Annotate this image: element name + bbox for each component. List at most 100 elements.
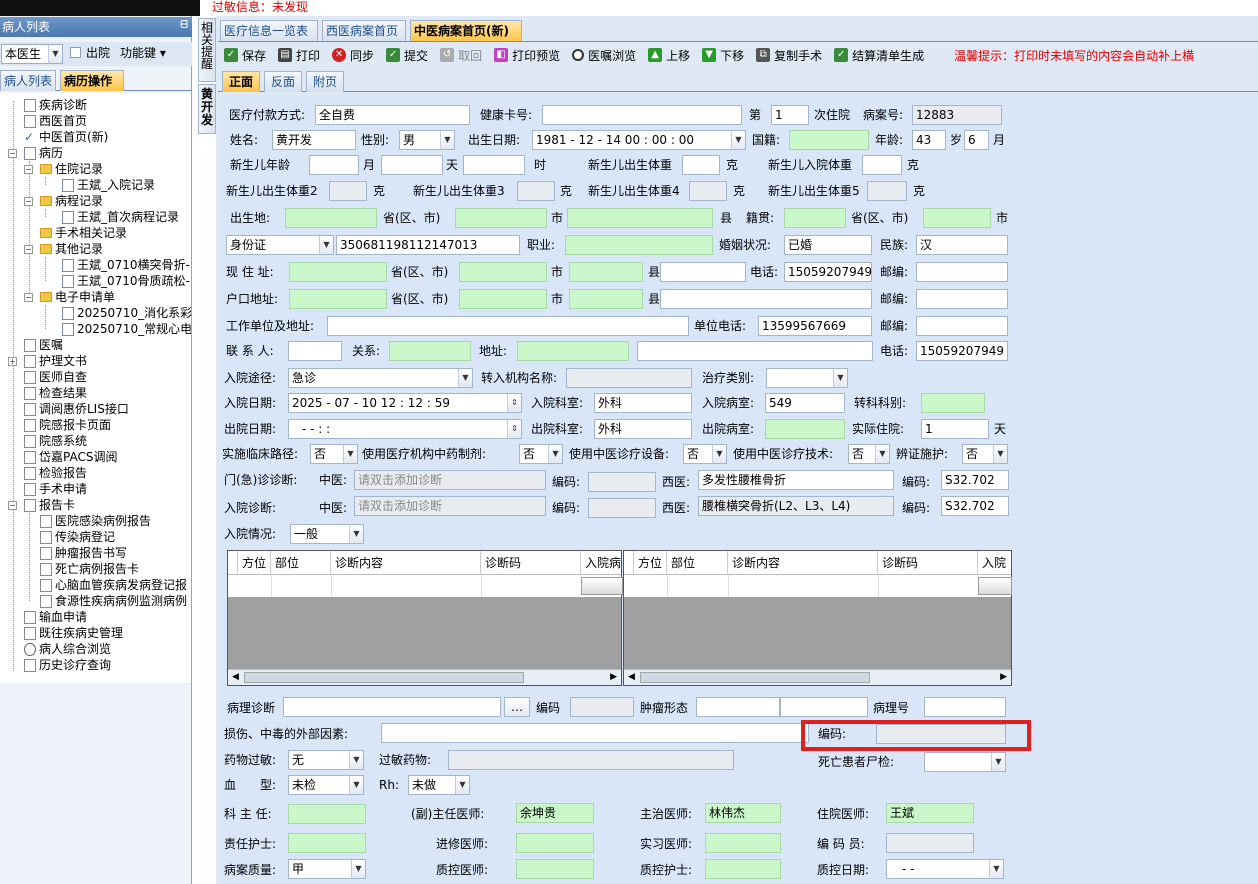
nb-weight2-field[interactable]: [329, 181, 367, 201]
order-browse-button[interactable]: 医嘱浏览: [572, 47, 636, 64]
newborn-day-field[interactable]: [381, 155, 443, 175]
tree-item-overview[interactable]: 病人综合浏览: [24, 641, 111, 657]
pathology-field[interactable]: [283, 697, 501, 717]
submit-button[interactable]: ✓ 提交: [386, 47, 428, 64]
tab-appendix[interactable]: 附页: [306, 71, 344, 92]
contact-address-field[interactable]: [517, 341, 629, 361]
tab-patient-name[interactable]: 黄开发: [198, 84, 216, 134]
tree-item-medical-record[interactable]: 病历: [24, 145, 63, 161]
horizontal-scrollbar[interactable]: ◀ ▶: [624, 669, 1011, 685]
resident-field[interactable]: 王斌: [886, 803, 974, 823]
contact-field[interactable]: [288, 341, 342, 361]
adm-ward-field[interactable]: 549: [765, 393, 845, 413]
nb-birth-weight-field[interactable]: [682, 155, 720, 175]
western-diagnosis-grid[interactable]: 方位 部位 诊断内容 诊断码 入院 ◀ ▶: [623, 550, 1012, 686]
hukou-postcode-field[interactable]: [916, 289, 1008, 309]
tumor-detail-field[interactable]: [780, 697, 868, 717]
tree-item-admission-record[interactable]: 王斌_入院记录: [62, 177, 155, 193]
horizontal-scrollbar[interactable]: ◀ ▶: [228, 669, 621, 685]
birth-city-field[interactable]: [455, 208, 547, 228]
tree-item-report-card[interactable]: 报告卡: [24, 497, 75, 513]
qc-doctor-field[interactable]: [516, 859, 594, 879]
transfer-dept-field[interactable]: [921, 393, 985, 413]
admission-date-picker[interactable]: 2025 - 07 - 10 12 : 12 : 59 ⇕: [288, 393, 522, 413]
admission-tcm-code[interactable]: [588, 498, 656, 518]
admission-wm-field[interactable]: 腰椎横突骨折(L2、L3、L4): [698, 496, 894, 516]
payment-field[interactable]: 全自费: [315, 105, 470, 125]
native-province-field[interactable]: [784, 208, 846, 228]
tcm-drug-select[interactable]: 否 ▼: [519, 444, 563, 464]
visit-no-field[interactable]: 1: [771, 105, 809, 125]
nurse-field[interactable]: [288, 833, 366, 853]
birth-province-field[interactable]: [285, 208, 377, 228]
tree-item-pacs[interactable]: 岱嘉PACS调阅: [24, 449, 117, 465]
doctor-filter-select[interactable]: 本医生 ▼: [1, 44, 63, 64]
scroll-left-icon[interactable]: ◀: [628, 672, 635, 682]
tree-item-cardio-report[interactable]: 心脑血管疾病发病登记报: [40, 577, 187, 593]
pathology-code-field[interactable]: [570, 697, 634, 717]
hukou-city-field[interactable]: [459, 289, 547, 309]
current-province-field[interactable]: [289, 262, 387, 282]
tab-medical-info[interactable]: 医疗信息一览表: [220, 20, 318, 41]
pathway-select[interactable]: 否 ▼: [310, 444, 358, 464]
blood-select[interactable]: 未检 ▼: [288, 775, 364, 795]
print-button[interactable]: ▤ 打印: [278, 47, 320, 64]
relation-field[interactable]: [389, 341, 471, 361]
autopsy-select[interactable]: ▼: [924, 752, 1006, 772]
tree-item-death-report[interactable]: 死亡病例报告卡: [40, 561, 139, 577]
collapse-icon[interactable]: −: [24, 197, 33, 206]
allergy-drug-field[interactable]: [448, 750, 734, 770]
chief-field[interactable]: 余坤贵: [516, 803, 594, 823]
tree-item-first-progress[interactable]: 王斌_首次病程记录: [62, 209, 179, 225]
discharge-date-picker[interactable]: - - : : ⇕: [288, 419, 522, 439]
trainee-field[interactable]: [516, 833, 594, 853]
pathology-no-field[interactable]: [924, 697, 1006, 717]
drug-allergy-select[interactable]: 无 ▼: [288, 750, 364, 770]
tree-item-e-request[interactable]: 电子申请单: [40, 289, 115, 305]
print-preview-button[interactable]: ◧ 打印预览: [494, 47, 560, 64]
tree-item-exam-results[interactable]: 检查结果: [24, 385, 87, 401]
tab-patient-list[interactable]: 病人列表: [0, 70, 56, 91]
age-month-field[interactable]: 6: [964, 130, 989, 150]
outpatient-tcm-code[interactable]: [588, 472, 656, 492]
tab-back[interactable]: 反面: [264, 71, 302, 92]
workplace-field[interactable]: [327, 316, 689, 336]
admission-route-select[interactable]: 急诊 ▼: [288, 368, 473, 388]
retract-button[interactable]: ↺ 取回: [440, 47, 482, 64]
work-phone-field[interactable]: 13599567669: [758, 316, 872, 336]
director-field[interactable]: [288, 804, 366, 824]
tree-item-progress-record[interactable]: 病程记录: [40, 193, 103, 209]
expand-icon[interactable]: +: [8, 357, 17, 366]
tree-item-inpatient-record[interactable]: 住院记录: [40, 161, 103, 177]
tree-item-nursing[interactable]: 护理文书: [24, 353, 87, 369]
newborn-month-field[interactable]: [309, 155, 359, 175]
table-row[interactable]: [624, 575, 1012, 597]
outpatient-wm-code[interactable]: S32.702: [941, 470, 1009, 490]
tab-tcm-home[interactable]: 中医病案首页(新): [410, 20, 522, 41]
move-up-button[interactable]: ▲ 上移: [648, 47, 690, 64]
hukou-county-field[interactable]: [569, 289, 643, 309]
tree-item-western-home[interactable]: 西医首页: [24, 113, 87, 129]
current-street-field[interactable]: [660, 262, 746, 282]
qc-nurse-field[interactable]: [705, 859, 781, 879]
tree-item-lab-report[interactable]: 检验报告: [24, 465, 87, 481]
birth-county-field[interactable]: [567, 208, 713, 228]
tree-item-fracture-record[interactable]: 王斌_0710横突骨折-: [62, 257, 190, 273]
discharge-checkbox[interactable]: [70, 47, 81, 58]
sync-button[interactable]: ✕ 同步: [332, 47, 374, 64]
tab-western-home[interactable]: 西医病案首页: [322, 20, 406, 41]
nb-weight3-field[interactable]: [517, 181, 555, 201]
nationality-field[interactable]: [789, 130, 869, 150]
tree-item-lis[interactable]: 调阅惠侨LIS接口: [24, 401, 129, 417]
admission-condition-select[interactable]: 一般 ▼: [290, 524, 364, 544]
birth-datetime[interactable]: 1981 - 12 - 14 00 : 00 : 00 ▼: [532, 130, 746, 150]
tree-item-tumor-report[interactable]: 肿瘤报告书写: [40, 545, 127, 561]
name-field[interactable]: 黄开发: [272, 130, 356, 150]
ethnicity-field[interactable]: 汉: [916, 235, 1008, 255]
health-card-field[interactable]: [542, 105, 742, 125]
current-county-field[interactable]: [569, 262, 643, 282]
id-number-field[interactable]: 350681198112147013: [336, 235, 520, 255]
injury-field[interactable]: [381, 723, 809, 743]
tree-item-history-query[interactable]: 历史诊疗查询: [24, 657, 111, 673]
tab-related-reminder[interactable]: 相关提醒: [198, 18, 216, 82]
